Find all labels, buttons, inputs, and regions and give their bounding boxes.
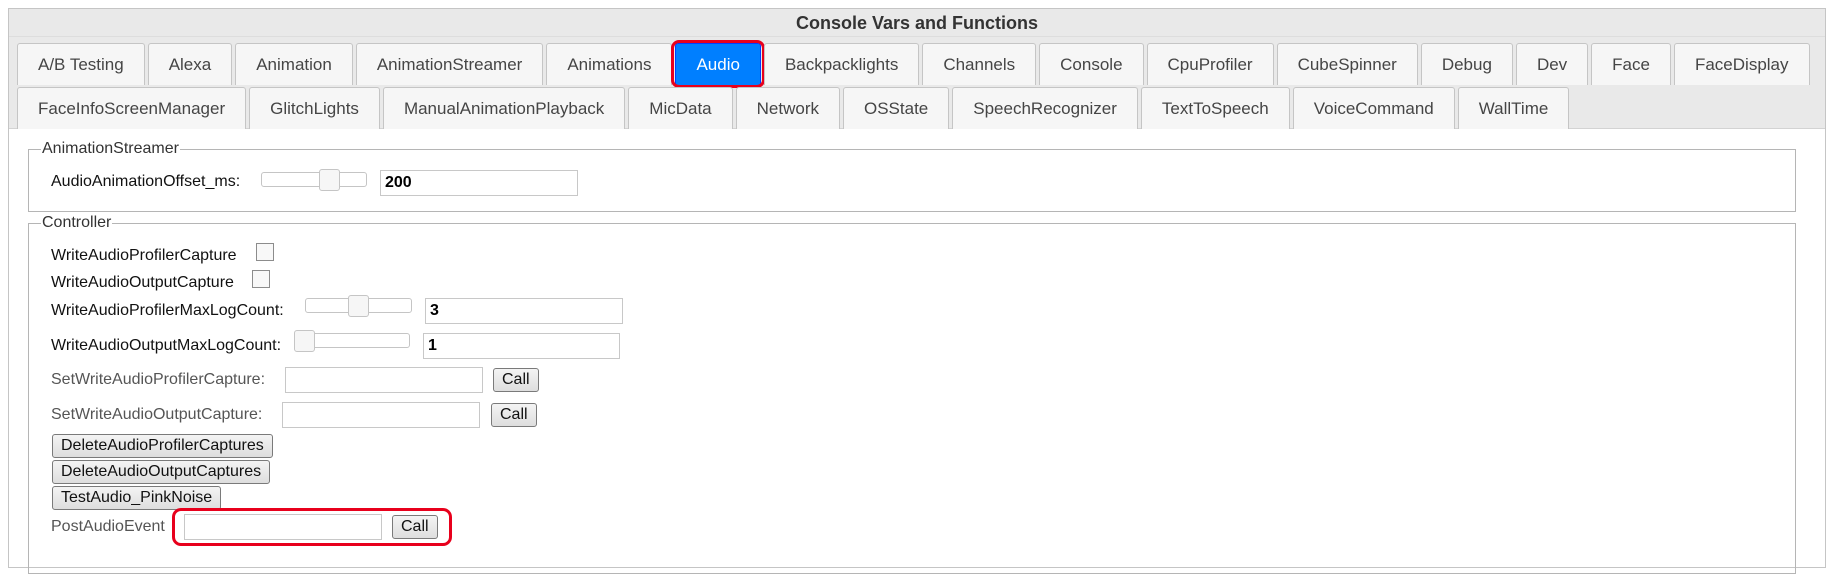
tab-wrapper: FaceDisplay bbox=[1673, 43, 1813, 85]
slider-handle[interactable] bbox=[294, 330, 315, 352]
tab-wrapper: Alexa bbox=[147, 43, 236, 85]
test-audio-pink-noise-button[interactable]: TestAudio_PinkNoise bbox=[52, 486, 222, 510]
set-write-audio-profiler-capture-call-button[interactable]: Call bbox=[493, 368, 539, 392]
write-audio-profiler-max-label: WriteAudioProfilerMaxLogCount: bbox=[51, 302, 284, 319]
tab-texttospeech[interactable]: TextToSpeech bbox=[1140, 87, 1290, 129]
tab-network[interactable]: Network bbox=[735, 87, 840, 129]
tab-bar: A/B Testing Alexa Animation AnimationStream… bbox=[9, 37, 1825, 129]
set-write-audio-output-capture-label: SetWriteAudioOutputCapture: bbox=[51, 406, 263, 423]
set-write-audio-output-capture-call-button[interactable]: Call bbox=[491, 403, 537, 427]
tab-wrapper: CpuProfiler bbox=[1146, 43, 1277, 85]
tab-faceinfoscreenmanager[interactable]: FaceInfoScreenManager bbox=[17, 87, 247, 129]
delete-audio-profiler-captures-button[interactable]: DeleteAudioProfilerCaptures bbox=[52, 434, 273, 458]
write-audio-profiler-max-slider[interactable] bbox=[305, 295, 412, 317]
tab-osstate[interactable]: OSState bbox=[843, 87, 950, 129]
slider-handle[interactable] bbox=[319, 169, 340, 191]
tab-wrapper: Face bbox=[1591, 43, 1674, 85]
write-audio-output-max-input[interactable]: 1 bbox=[423, 333, 620, 359]
tab-wrapper: AnimationStreamer bbox=[355, 43, 547, 85]
tab-animation[interactable]: Animation bbox=[235, 43, 353, 85]
tab-dev[interactable]: Dev bbox=[1515, 43, 1589, 85]
tab-voicecommand[interactable]: VoiceCommand bbox=[1292, 87, 1455, 129]
tab-cpuprofiler[interactable]: CpuProfiler bbox=[1146, 43, 1274, 85]
tab-a-b-testing[interactable]: A/B Testing bbox=[17, 43, 145, 85]
audio-animation-offset-label: AudioAnimationOffset_ms: bbox=[51, 173, 241, 190]
tab-speechrecognizer[interactable]: SpeechRecognizer bbox=[952, 87, 1138, 129]
tab-face[interactable]: Face bbox=[1591, 43, 1671, 85]
tab-micdata[interactable]: MicData bbox=[628, 87, 733, 129]
write-audio-profiler-capture-label: WriteAudioProfilerCapture bbox=[51, 247, 237, 264]
tab-wrapper: A/B Testing bbox=[17, 43, 148, 85]
animation-streamer-legend: AnimationStreamer bbox=[42, 140, 179, 157]
tab-wrapper: TextToSpeech bbox=[1140, 87, 1293, 129]
tab-alexa[interactable]: Alexa bbox=[147, 43, 233, 85]
tab-walltime[interactable]: WallTime bbox=[1457, 87, 1570, 129]
tab-wrapper: Console bbox=[1039, 43, 1146, 85]
controller-legend: Controller bbox=[42, 214, 112, 231]
tab-animationstreamer[interactable]: AnimationStreamer bbox=[355, 43, 544, 85]
tab-wrapper: Debug bbox=[1420, 43, 1516, 85]
tab-row-1: A/B Testing Alexa Animation AnimationStream… bbox=[17, 40, 1817, 88]
slider-handle[interactable] bbox=[348, 295, 369, 317]
set-write-audio-profiler-capture-label: SetWriteAudioProfilerCapture: bbox=[51, 371, 266, 388]
tab-wrapper: GlitchLights bbox=[249, 87, 383, 129]
write-audio-output-capture-label: WriteAudioOutputCapture bbox=[51, 274, 234, 291]
tab-console[interactable]: Console bbox=[1039, 43, 1144, 85]
tab-wrapper: CubeSpinner bbox=[1276, 43, 1421, 85]
window-title: Console Vars and Functions bbox=[9, 9, 1825, 37]
tab-wrapper: Channels bbox=[922, 43, 1039, 85]
delete-audio-output-captures-button[interactable]: DeleteAudioOutputCaptures bbox=[52, 460, 271, 484]
tab-channels[interactable]: Channels bbox=[922, 43, 1037, 85]
tab-wrapper: MicData bbox=[628, 87, 735, 129]
write-audio-output-max-slider[interactable] bbox=[294, 330, 410, 352]
tab-wrapper: Dev bbox=[1515, 43, 1591, 85]
tab-wrapper: Animations bbox=[546, 43, 675, 85]
tab-wrapper: Animation bbox=[235, 43, 356, 85]
tab-glitchlights[interactable]: GlitchLights bbox=[249, 87, 380, 129]
post-audio-event-call-button[interactable]: Call bbox=[392, 515, 438, 539]
tab-wrapper: Audio bbox=[671, 40, 765, 88]
audio-animation-offset-slider[interactable] bbox=[261, 169, 367, 191]
write-audio-output-capture-checkbox[interactable] bbox=[252, 270, 270, 288]
tab-wrapper: WallTime bbox=[1457, 87, 1573, 129]
write-audio-profiler-capture-checkbox[interactable] bbox=[256, 243, 274, 261]
tab-wrapper: Network bbox=[735, 87, 843, 129]
tab-wrapper: OSState bbox=[843, 87, 952, 129]
tab-facedisplay[interactable]: FaceDisplay bbox=[1673, 43, 1810, 85]
tab-wrapper: ManualAnimationPlayback bbox=[382, 87, 628, 129]
write-audio-output-max-label: WriteAudioOutputMaxLogCount: bbox=[51, 337, 282, 354]
audio-animation-offset-input[interactable]: 200 bbox=[380, 170, 578, 196]
tab-wrapper: FaceInfoScreenManager bbox=[17, 87, 249, 129]
set-write-audio-profiler-capture-input[interactable] bbox=[285, 367, 483, 393]
write-audio-profiler-max-input[interactable]: 3 bbox=[425, 298, 623, 324]
tab-debug[interactable]: Debug bbox=[1420, 43, 1513, 85]
tab-wrapper: SpeechRecognizer bbox=[952, 87, 1141, 129]
tab-row-2: FaceInfoScreenManager GlitchLights ManualA… bbox=[17, 87, 1817, 129]
tab-manualanimationplayback[interactable]: ManualAnimationPlayback bbox=[382, 87, 626, 129]
tab-wrapper: VoiceCommand bbox=[1292, 87, 1458, 129]
tab-backpacklights[interactable]: Backpacklights bbox=[763, 43, 920, 85]
post-audio-event-input[interactable] bbox=[184, 514, 382, 540]
tab-audio[interactable]: Audio bbox=[675, 43, 761, 85]
tab-animations[interactable]: Animations bbox=[546, 43, 673, 85]
tab-wrapper: Backpacklights bbox=[763, 43, 922, 85]
set-write-audio-output-capture-input[interactable] bbox=[282, 402, 480, 428]
tab-cubespinner[interactable]: CubeSpinner bbox=[1276, 43, 1418, 85]
post-audio-event-label: PostAudioEvent bbox=[51, 518, 165, 535]
